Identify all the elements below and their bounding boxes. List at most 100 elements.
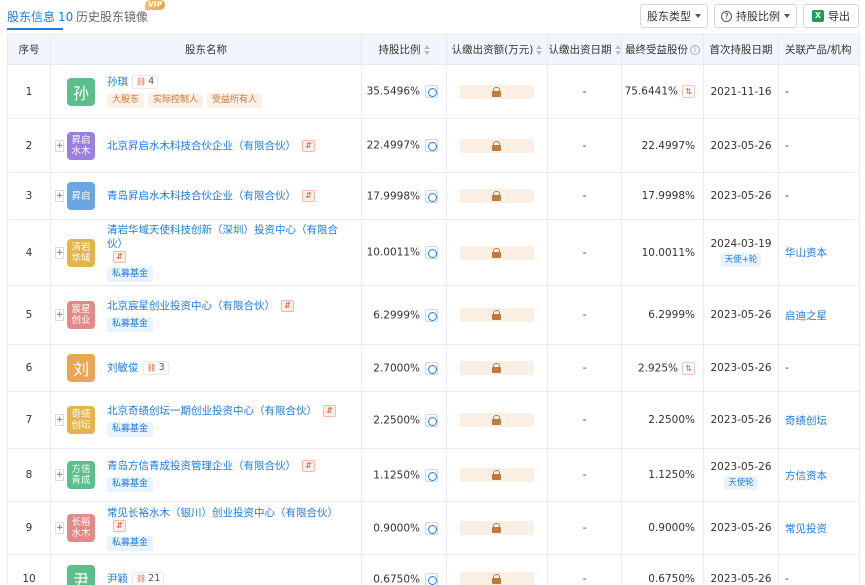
history-clock-icon[interactable] [425,468,438,482]
subscribed-capital-cell [446,554,548,585]
history-clock-icon[interactable] [425,85,438,98]
row-index: 1 [7,64,51,119]
final-benefit-value: 1.1250% [648,469,695,481]
lock-icon[interactable] [460,468,534,482]
shareholder-name-link[interactable]: 孙琪 [107,75,128,89]
lock-icon[interactable] [460,521,534,535]
col-subscribed-label: 认缴出资额(万元) [451,44,534,56]
col-subscribed[interactable]: 认缴出资额(万元) [446,34,548,65]
first-holding-date-cell: 2023-05-26 [703,391,779,449]
sort-icon[interactable] [536,45,543,55]
history-clock-icon[interactable] [425,413,438,427]
private-fund-tag[interactable]: 私募基金 [107,316,154,332]
table-row: 10 尹 尹颖 ⛓ 21 0.6750% - 0.6750% 2023-05-26 - [7,554,860,585]
related-product-link[interactable]: 常见投资 [785,523,827,535]
lock-icon[interactable] [460,572,534,585]
shareholder-name-link[interactable]: 北京奇绩创坛一期创业投资中心（有限合伙） [107,404,317,418]
financing-round-badge[interactable]: 天使轮 [724,475,758,490]
equity-chart-icon[interactable]: ⇵ [323,404,336,417]
related-person-count[interactable]: ⛓ 21 [132,572,165,585]
sort-icon[interactable] [614,45,621,55]
shareholder-name-link[interactable]: 清岩华域天使科技创新（深圳）投资中心（有限合伙） [107,223,353,251]
shareholder-name-link[interactable]: 北京宸星创业投资中心（有限合伙） [107,299,275,313]
expand-toggle[interactable]: + [55,414,64,426]
subscribed-capital-cell [446,448,548,502]
history-clock-icon[interactable] [425,308,438,322]
private-fund-tag[interactable]: 私募基金 [107,421,154,437]
shareholder-name-link[interactable]: 尹颖 [107,572,128,585]
expand-toggle[interactable]: + [55,522,64,534]
shareholder-name-link[interactable]: 常见长裕水木（银川）创业投资中心（有限合伙） [107,506,338,520]
sort-icon[interactable] [423,45,430,55]
related-product-link: - [785,190,789,202]
private-fund-tag[interactable]: 私募基金 [107,535,154,551]
expand-toggle[interactable]: + [55,309,64,321]
history-clock-icon[interactable] [425,189,438,203]
penetration-icon[interactable]: ⇅ [682,85,695,98]
expand-toggle[interactable]: + [55,246,64,259]
equity-chart-icon[interactable]: ⇵ [113,251,126,263]
history-clock-icon[interactable] [425,139,438,152]
table-row: 8 + 方信青成 青岛方信青成投资管理企业（有限合伙） ⇵ 私募基金 1.1250% - 1.1… [7,448,860,502]
avatar-text: 孙 [72,83,89,103]
first-holding-date-value: 2023-05-26 [710,414,772,426]
avatar: 宸星创业 [67,301,95,329]
history-clock-icon[interactable] [425,246,438,259]
first-holding-date-cell: 2023-05-26 [703,501,779,555]
holding-ratio-dropdown[interactable]: ? 持股比例 [714,4,797,28]
shareholder-name-link[interactable]: 北京昇启水木科技合伙企业（有限合伙） [107,139,296,153]
chevron-down-icon [695,14,701,18]
avatar: 刘 [67,354,95,382]
expand-toggle[interactable]: + [55,190,64,202]
shareholder-table: 序号 股东名称 持股比例 认缴出资额(万元) 认缴出资日期 最终受益股份 i 首次… [7,34,860,585]
lock-icon[interactable] [460,245,534,260]
shareholder-type-dropdown[interactable]: 股东类型 [640,4,708,28]
lock-icon[interactable] [460,138,534,153]
history-clock-icon[interactable] [425,361,438,375]
expand-toggle[interactable]: + [55,139,64,152]
related-person-count[interactable]: ⛓ 3 [142,361,169,375]
history-clock-icon[interactable] [425,572,438,585]
financing-round-badge[interactable]: 天使+轮 [720,253,762,267]
shareholder-name-link[interactable]: 青岛方信青成投资管理企业（有限合伙） [107,459,296,473]
tab-history-mirror[interactable]: 历史股东镜像 [76,8,148,25]
tab-shareholder-info[interactable]: 股东信息 10 [7,8,73,25]
chevron-down-icon [784,14,790,18]
table-row: 2 + 昇启水木 北京昇启水木科技合伙企业（有限合伙） ⇵ 22.4997% - 22.499… [7,118,860,173]
equity-chart-icon[interactable]: ⇵ [302,139,315,152]
export-button[interactable]: X 导出 [803,4,859,28]
shareholder-name-link[interactable]: 青岛昇启水木科技合伙企业（有限合伙） [107,189,296,203]
subscription-date-cell: - [547,501,622,555]
related-product-link[interactable]: 华山资本 [785,247,827,259]
lock-icon[interactable] [460,361,534,375]
info-icon[interactable]: i [690,45,700,55]
equity-chart-icon[interactable]: ⇵ [113,519,126,532]
equity-chart-icon[interactable]: ⇵ [302,190,315,202]
related-product-link[interactable]: 奇绩创坛 [785,415,827,427]
lock-icon[interactable] [460,308,534,322]
col-sub-date[interactable]: 认缴出资日期 [547,34,622,65]
subscribed-capital-cell [446,219,548,286]
tab-active-underline [7,28,63,30]
private-fund-tag[interactable]: 私募基金 [107,267,154,282]
holding-ratio-value: 22.4997% [366,139,420,152]
lock-icon[interactable] [460,413,534,427]
related-product-link[interactable]: 方信资本 [785,470,827,482]
equity-chart-icon[interactable]: ⇵ [302,459,315,472]
first-holding-date-cell: 2023-05-26 [703,344,779,392]
related-person-count[interactable]: ⛓ 4 [132,75,159,89]
col-ratio[interactable]: 持股比例 [361,34,447,65]
penetration-icon[interactable]: ⇅ [682,361,695,375]
history-clock-icon[interactable] [425,521,438,535]
private-fund-tag[interactable]: 私募基金 [107,476,154,492]
subscribed-capital-cell [446,118,548,173]
shareholder-name-link[interactable]: 刘敏俊 [107,361,139,375]
vip-badge: VIP [145,0,166,10]
row-index: 9 [7,501,51,555]
expand-toggle[interactable]: + [55,469,64,481]
related-product-link[interactable]: 启迪之星 [785,310,827,322]
equity-chart-icon[interactable]: ⇵ [281,299,294,312]
avatar: 昇启水木 [67,131,95,160]
lock-icon[interactable] [460,189,534,203]
lock-icon[interactable] [460,84,534,99]
